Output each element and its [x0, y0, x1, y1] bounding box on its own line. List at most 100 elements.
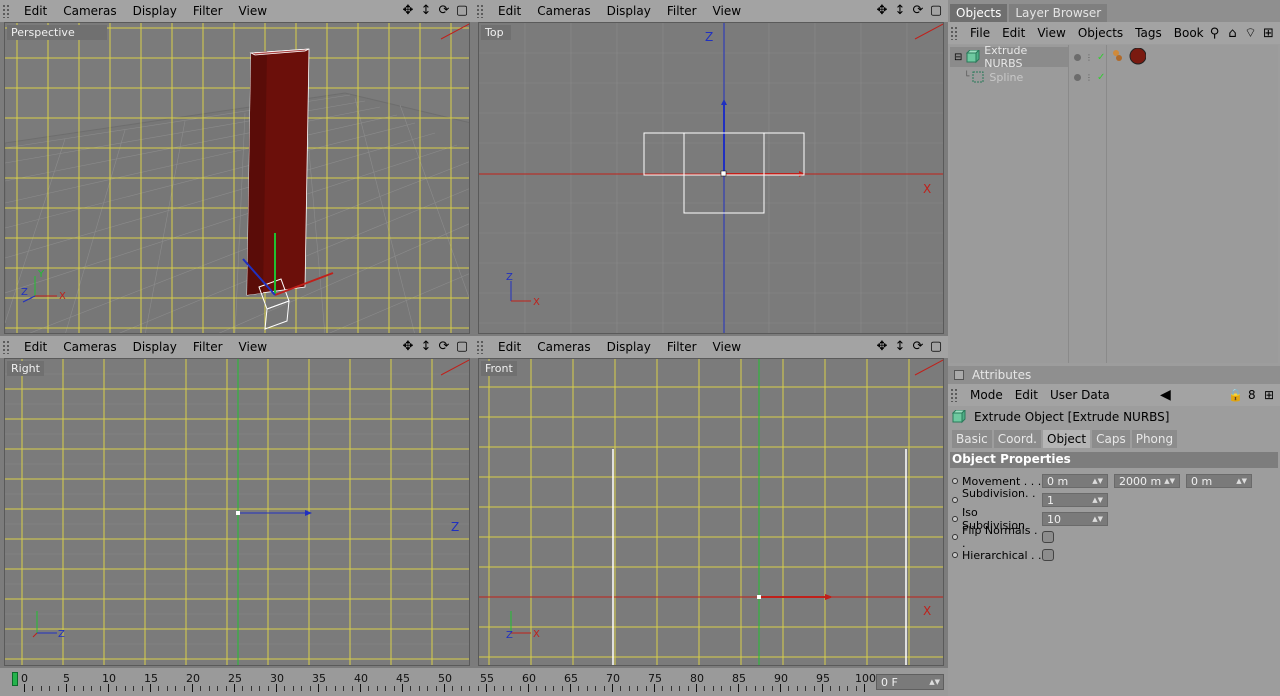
menu-cameras[interactable]: Cameras	[529, 4, 598, 18]
movement-z-field[interactable]: 0 m ▲▼	[1186, 474, 1252, 488]
object-name[interactable]: Spline	[989, 71, 1023, 84]
viewport-front[interactable]: Edit Cameras Display Filter View ✥ ↕ ⟳ ▢	[474, 336, 948, 668]
time-slider-handle[interactable]	[12, 672, 18, 686]
menu-view[interactable]: View	[705, 340, 749, 354]
menu-file[interactable]: File	[964, 26, 996, 40]
maximize-icon[interactable]: ▢	[454, 3, 470, 19]
grip-icon[interactable]	[2, 4, 10, 18]
viewport-right[interactable]: Edit Cameras Display Filter View ✥ ↕ ⟳ ▢	[0, 336, 474, 668]
grip-icon[interactable]	[950, 388, 958, 402]
iso-subdivision-field[interactable]: 10 ▲▼	[1042, 512, 1108, 526]
new-panel-icon[interactable]: ⊞	[1264, 388, 1274, 402]
menu-view[interactable]: View	[231, 340, 275, 354]
menu-user-data[interactable]: User Data	[1044, 388, 1116, 402]
tab-phong[interactable]: Phong	[1131, 430, 1178, 448]
menu-edit[interactable]: Edit	[16, 340, 55, 354]
zoom-icon[interactable]: ↕	[892, 339, 908, 355]
hierarchical-checkbox[interactable]	[1042, 549, 1054, 561]
axis-z-label: Z	[705, 30, 713, 44]
tab-coord[interactable]: Coord.	[993, 430, 1041, 448]
timeline[interactable]: 0 5 10 15 20 25 30 35 40 45 50 55 60 65 70 75 80 85 90 95 10…	[0, 668, 948, 696]
menu-objects[interactable]: Objects	[1072, 26, 1129, 40]
front-canvas[interactable]: X Z X Front	[478, 358, 944, 666]
subdivision-field[interactable]: 1 ▲▼	[1042, 493, 1108, 507]
movement-y-field[interactable]: 2000 m ▲▼	[1114, 474, 1180, 488]
tab-objects[interactable]: Objects	[950, 4, 1008, 22]
menu-edit[interactable]: Edit	[16, 4, 55, 18]
object-row-spline[interactable]: └ Spline	[950, 67, 1068, 87]
rotate-icon[interactable]: ⟳	[910, 339, 926, 355]
lock-icon[interactable]: 🔒	[1228, 388, 1243, 402]
visibility-toggles[interactable]: ⋮ ✓	[1074, 47, 1105, 67]
new-panel-icon[interactable]: ⊞	[1261, 26, 1276, 41]
menu-display[interactable]: Display	[599, 340, 659, 354]
menu-filter[interactable]: Filter	[659, 340, 705, 354]
tab-object[interactable]: Object	[1043, 430, 1091, 448]
move-icon[interactable]: ✥	[874, 339, 890, 355]
menu-book[interactable]: Book	[1168, 26, 1210, 40]
zoom-icon[interactable]: ↕	[418, 3, 434, 19]
zoom-icon[interactable]: ↕	[418, 339, 434, 355]
menu-edit[interactable]: Edit	[1009, 388, 1044, 402]
menu-edit[interactable]: Edit	[996, 26, 1031, 40]
animate-icon[interactable]	[952, 497, 958, 503]
material-tags-icon[interactable]	[1110, 48, 1146, 66]
animate-icon[interactable]	[952, 534, 958, 540]
perspective-canvas[interactable]: Y Z X Perspective	[4, 22, 470, 334]
link-icon[interactable]: ⌔	[1243, 26, 1258, 41]
menu-edit[interactable]: Edit	[490, 4, 529, 18]
collapse-icon[interactable]: ⊟	[954, 52, 962, 63]
grip-icon[interactable]	[476, 340, 484, 354]
menu-filter[interactable]: Filter	[659, 4, 705, 18]
move-icon[interactable]: ✥	[400, 3, 416, 19]
visibility-toggles[interactable]: ⋮ ✓	[1074, 67, 1105, 87]
animate-icon[interactable]	[952, 478, 958, 484]
rotate-icon[interactable]: ⟳	[910, 3, 926, 19]
grip-icon[interactable]	[950, 26, 958, 40]
grip-icon[interactable]	[2, 340, 10, 354]
link-icon[interactable]: 8	[1248, 388, 1256, 402]
right-canvas[interactable]: Z Z Right	[4, 358, 470, 666]
rotate-icon[interactable]: ⟳	[436, 3, 452, 19]
top-canvas[interactable]: Z X Z X Top	[478, 22, 944, 334]
menu-view[interactable]: View	[1031, 26, 1071, 40]
object-row-extrude[interactable]: ⊟ Extrude NURBS	[950, 44, 1068, 70]
animate-icon[interactable]	[952, 552, 958, 558]
back-arrow-icon[interactable]: ◀	[1160, 387, 1171, 403]
search-icon[interactable]: ⚲	[1207, 26, 1222, 41]
maximize-icon[interactable]: ▢	[928, 3, 944, 19]
grip-icon[interactable]	[476, 4, 484, 18]
menu-display[interactable]: Display	[125, 340, 185, 354]
move-icon[interactable]: ✥	[874, 3, 890, 19]
move-icon[interactable]: ✥	[400, 339, 416, 355]
rotate-icon[interactable]: ⟳	[436, 339, 452, 355]
menu-filter[interactable]: Filter	[185, 4, 231, 18]
tab-caps[interactable]: Caps	[1092, 430, 1130, 448]
panel-toggle[interactable]	[954, 370, 964, 380]
home-icon[interactable]: ⌂	[1225, 26, 1240, 41]
menu-display[interactable]: Display	[125, 4, 185, 18]
menu-view[interactable]: View	[231, 4, 275, 18]
maximize-icon[interactable]: ▢	[928, 339, 944, 355]
movement-x-field[interactable]: 0 m ▲▼	[1042, 474, 1108, 488]
menu-display[interactable]: Display	[599, 4, 659, 18]
menu-mode[interactable]: Mode	[964, 388, 1009, 402]
maximize-icon[interactable]: ▢	[454, 339, 470, 355]
current-frame-field[interactable]: 0 F ▲▼	[876, 674, 944, 690]
object-tree[interactable]: ⊟ Extrude NURBS ⋮ ✓ └ Spline ⋮ ✓	[950, 44, 1278, 363]
menu-filter[interactable]: Filter	[185, 340, 231, 354]
animate-icon[interactable]	[952, 516, 958, 522]
viewport-top[interactable]: Edit Cameras Display Filter View ✥ ↕ ⟳ ▢	[474, 0, 948, 336]
tab-layer-browser[interactable]: Layer Browser	[1009, 4, 1108, 22]
timeline-ruler[interactable]: 0 5 10 15 20 25 30 35 40 45 50 55 60 65 70 75 80 85 90 95 10…	[10, 670, 876, 694]
menu-edit[interactable]: Edit	[490, 340, 529, 354]
menu-view[interactable]: View	[705, 4, 749, 18]
zoom-icon[interactable]: ↕	[892, 3, 908, 19]
flip-normals-checkbox[interactable]	[1042, 531, 1054, 543]
menu-tags[interactable]: Tags	[1129, 26, 1168, 40]
menu-cameras[interactable]: Cameras	[55, 4, 124, 18]
menu-cameras[interactable]: Cameras	[529, 340, 598, 354]
viewport-perspective[interactable]: Edit Cameras Display Filter View ✥ ↕ ⟳ ▢	[0, 0, 474, 336]
tab-basic[interactable]: Basic	[952, 430, 992, 448]
menu-cameras[interactable]: Cameras	[55, 340, 124, 354]
